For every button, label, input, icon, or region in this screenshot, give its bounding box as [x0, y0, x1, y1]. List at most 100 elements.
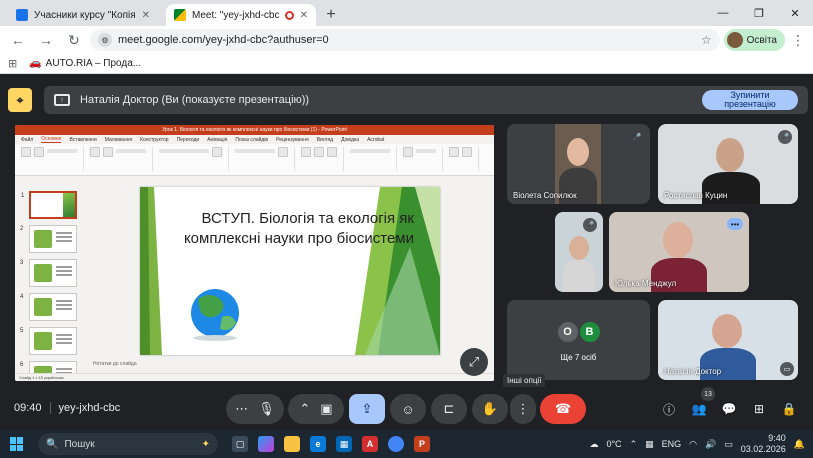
- presenting-banner: ↑ Наталія Доктор (Ви (показуєте презента…: [44, 86, 808, 114]
- raise-hand-button[interactable]: ✋: [472, 394, 508, 424]
- chat-icon[interactable]: 💬: [720, 400, 738, 418]
- acrobat-icon[interactable]: A: [362, 436, 378, 452]
- pin-icon[interactable]: ⌖: [8, 88, 32, 112]
- slide-number: 1: [21, 193, 25, 199]
- taskbar: 🔍 Пошук ✦ ▢ e ▦ A P ☁ 0°C ⌃ ▦ ENG ◠ 🔊 ▭ …: [0, 430, 813, 458]
- others-tile[interactable]: OB Ще 7 осіб: [507, 300, 650, 380]
- stop-presenting-button[interactable]: Зупинити презентацію: [702, 90, 798, 110]
- language-indicator[interactable]: ENG: [662, 439, 682, 449]
- avatar: B: [578, 321, 601, 343]
- slide-thumbnail: 4: [20, 293, 77, 321]
- present-icon: ⇪: [361, 401, 373, 416]
- weather-icon[interactable]: ☁: [589, 439, 598, 450]
- notifications-icon[interactable]: 🔔: [794, 439, 805, 450]
- clock[interactable]: 9:40 03.02.2026: [741, 433, 786, 455]
- meet-icon: [174, 9, 186, 21]
- volume-icon[interactable]: 🔊: [705, 439, 716, 450]
- avatar: O: [556, 321, 579, 343]
- chrome-icon[interactable]: [388, 436, 404, 452]
- browser-menu-icon[interactable]: ⋮: [789, 32, 807, 49]
- wifi-icon[interactable]: ◠: [689, 439, 697, 450]
- maximize-button[interactable]: ❐: [741, 0, 777, 26]
- participant-tile[interactable]: 🎤 Віолета Сопилюк: [507, 124, 650, 204]
- end-call-icon: ☎: [554, 401, 572, 416]
- chevron-up-icon[interactable]: ⌃: [299, 401, 310, 417]
- slide-title: ВСТУП. Біологія та екологія як комплексн…: [183, 210, 414, 247]
- browser-tab-bar: Учасники курсу "Копія курсу ✕ Meet: "yey…: [0, 0, 813, 26]
- mic-button[interactable]: ⋯ 🎙: [226, 394, 284, 424]
- info-icon[interactable]: ⓘ: [660, 400, 678, 418]
- slide-number: 4: [20, 294, 24, 300]
- expand-icon[interactable]: ⤢: [460, 348, 488, 376]
- bookmarks-bar: ⊞ 🚗 AUTO.RIA – Прода...: [0, 54, 813, 74]
- weather-temp[interactable]: 0°C: [606, 439, 621, 449]
- ppt-menu-item: Анімація: [207, 136, 228, 143]
- ppt-menu-item: Довідка: [341, 136, 360, 143]
- bookmark-autoria[interactable]: 🚗 AUTO.RIA – Прода...: [29, 58, 141, 69]
- screen-share-icon: ↑: [54, 94, 70, 106]
- people-icon[interactable]: 👥: [690, 400, 708, 418]
- bookmark-star-icon[interactable]: ☆: [701, 33, 712, 47]
- more-options-button[interactable]: ⋮: [510, 394, 536, 424]
- activities-icon[interactable]: ⊞: [750, 400, 768, 418]
- participant-tile[interactable]: 🎤: [555, 212, 603, 292]
- close-icon[interactable]: ✕: [300, 10, 308, 21]
- ppt-menu: Файл Основне Вставлення Малювання Конструкто…: [15, 135, 494, 144]
- windows-start-icon[interactable]: [10, 437, 24, 451]
- emoji-button[interactable]: ☺: [390, 394, 426, 424]
- meeting-code: yey-jxhd-cbc: [58, 402, 121, 414]
- more-options-icon[interactable]: •••: [727, 218, 743, 230]
- captions-icon: ⊏: [443, 401, 455, 416]
- slide-notes[interactable]: Нотатки до слайда: [93, 361, 493, 369]
- end-call-button[interactable]: ☎: [540, 394, 586, 424]
- reload-button[interactable]: ↻: [62, 28, 86, 52]
- apps-grid-icon[interactable]: ⊞: [8, 57, 17, 70]
- host-controls-icon[interactable]: 🔒: [780, 400, 798, 418]
- close-window-button[interactable]: ✕: [777, 0, 813, 26]
- tab-title: Meet: "yey-jxhd-cbc": [192, 9, 279, 21]
- back-button[interactable]: ←: [6, 28, 30, 52]
- forward-button[interactable]: →: [34, 28, 58, 52]
- ppt-menu-item: Основне: [41, 136, 62, 143]
- ppt-status-bar: Слайд 1 з 15 українська: [15, 373, 494, 381]
- file-explorer-icon[interactable]: [284, 436, 300, 452]
- classroom-icon: [16, 9, 28, 21]
- battery-icon[interactable]: ▭: [724, 439, 733, 450]
- mic-off-icon: 🎤: [778, 130, 792, 144]
- more-icon[interactable]: ⋯: [235, 401, 248, 417]
- copilot-icon[interactable]: [258, 436, 274, 452]
- profile-button[interactable]: Освіта: [723, 29, 785, 51]
- participant-tile[interactable]: ••• Юлька Менджул: [609, 212, 749, 292]
- site-info-icon[interactable]: ⚙: [98, 33, 112, 47]
- powerpoint-icon[interactable]: P: [414, 436, 430, 452]
- close-icon[interactable]: ✕: [142, 10, 150, 21]
- url-text[interactable]: meet.google.com/yey-jxhd-cbc?authuser=0: [118, 34, 695, 46]
- url-bar[interactable]: ⚙ meet.google.com/yey-jxhd-cbc?authuser=…: [90, 29, 720, 51]
- participant-name: Віолета Сопилюк: [513, 191, 577, 200]
- edge-icon[interactable]: e: [310, 436, 326, 452]
- minimize-button[interactable]: —: [705, 0, 741, 26]
- tab-course-participants[interactable]: Учасники курсу "Копія курсу ✕: [8, 4, 158, 26]
- shared-screen: Урок 1. Біологія та екологія як комплекс…: [15, 125, 494, 381]
- ppt-menu-item: Рецензування: [276, 136, 309, 143]
- present-button[interactable]: ⇪: [349, 394, 385, 424]
- new-tab-button[interactable]: +: [320, 4, 342, 26]
- others-label: Ще 7 осіб: [560, 353, 597, 362]
- search-icon: 🔍: [46, 438, 59, 450]
- tab-meet[interactable]: Meet: "yey-jxhd-cbc" ✕: [166, 4, 316, 26]
- camera-button[interactable]: ⌃ ▣: [288, 394, 344, 424]
- tray-chevron-icon[interactable]: ⌃: [630, 439, 638, 450]
- ppt-menu-item: Acrobat: [367, 136, 385, 143]
- store-icon[interactable]: ▦: [336, 436, 352, 452]
- taskbar-search[interactable]: 🔍 Пошук ✦: [38, 433, 218, 455]
- task-view-icon[interactable]: ▢: [232, 436, 248, 452]
- tray-app-icon[interactable]: ▦: [645, 439, 654, 450]
- participant-tile-self[interactable]: ▭ Наталія Доктор: [658, 300, 798, 380]
- others-avatars: OB: [556, 321, 601, 343]
- current-slide: ВСТУП. Біологія та екологія як комплексн…: [140, 187, 440, 355]
- slide-thumbnail: 2: [20, 225, 77, 253]
- presenting-bar: ⌖ ↑ Наталія Доктор (Ви (показуєте презен…: [8, 86, 808, 114]
- participant-tile[interactable]: 🎤 Ростислав Куцин: [658, 124, 798, 204]
- captions-button[interactable]: ⊏: [431, 394, 467, 424]
- presenting-label: Наталія Доктор (Ви (показуєте презентаці…: [80, 94, 310, 106]
